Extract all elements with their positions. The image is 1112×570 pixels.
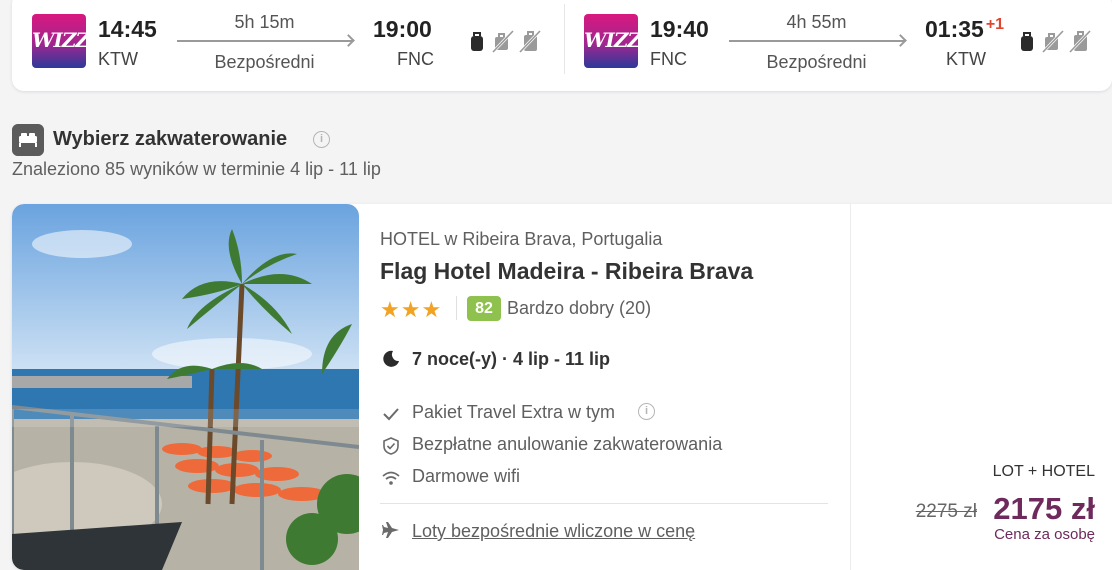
hotel-location: HOTEL w Ribeira Brava, Portugalia — [380, 229, 663, 249]
suitcase-crossed-icon — [491, 29, 515, 54]
wizz-air-logo: WIZZ — [32, 14, 86, 68]
review-rating[interactable]: Bardzo dobry (20) — [507, 298, 651, 319]
departure-time: 19:40 — [650, 16, 709, 42]
arrival-airport: FNC — [397, 49, 434, 69]
flight-duration: 4h 55m — [786, 12, 847, 32]
stay-duration: 7 noce(-y) · 4 lip - 11 lip — [412, 349, 611, 369]
price-per-person-note: Cena za osobę — [994, 526, 1095, 543]
hotel-name[interactable]: Flag Hotel Madeira - Ribeira Brava — [380, 258, 753, 285]
price-panel[interactable]: LOT + HOTEL 2275 zł 2175 zł Cena za osob… — [850, 204, 1112, 570]
review-score-badge: 82 — [467, 296, 501, 321]
suitcase-crossed-icon — [1041, 29, 1065, 54]
moon-icon — [383, 350, 399, 367]
star-rating: ★★★ — [380, 297, 443, 322]
hotel-card[interactable]: HOTEL w Ribeira Brava, Portugalia Flag H… — [12, 204, 1112, 570]
departure-time: 14:45 — [98, 16, 157, 42]
hotel-info: HOTEL w Ribeira Brava, Portugalia Flag H… — [380, 204, 840, 570]
results-count: Znaleziono 85 wyników w terminie 4 lip -… — [12, 159, 381, 179]
package-label: LOT + HOTEL — [992, 463, 1095, 480]
rating-separator — [456, 296, 457, 320]
info-divider — [380, 503, 828, 504]
arrival-time: 01:35 +1 — [925, 16, 1005, 42]
flight-duration: 5h 15m — [234, 12, 295, 32]
outbound-flight: WIZZ 14:45 KTW 5h 15m Bezpośredni 19:00 … — [12, 0, 564, 91]
checked-bag-crossed-icon — [1068, 29, 1092, 54]
feature-travel-extra: Pakiet Travel Extra w tym — [412, 402, 616, 422]
return-flight: WIZZ 19:40 FNC 4h 55m Bezpośredni 01:35 +… — [565, 0, 1112, 91]
day-offset-badge: +1 — [985, 16, 1005, 33]
info-icon[interactable]: i — [638, 403, 655, 420]
flight-stops: Bezpośredni — [766, 52, 867, 72]
check-icon — [383, 408, 399, 421]
flight-arrow — [177, 40, 352, 42]
departure-airport: FNC — [650, 49, 687, 69]
feature-free-cancellation: Bezpłatne anulowanie zakwaterowania — [412, 434, 723, 454]
backpack-icon — [1021, 32, 1033, 51]
flight-arrow — [729, 40, 904, 42]
arrival-airport: KTW — [946, 49, 986, 69]
flight-summary-card[interactable]: WIZZ 14:45 KTW 5h 15m Bezpośredni 19:00 … — [12, 0, 1112, 91]
backpack-icon — [471, 32, 483, 51]
departure-airport: KTW — [98, 49, 138, 69]
wizz-air-logo: WIZZ — [584, 14, 638, 68]
hotel-photo[interactable] — [12, 204, 359, 570]
info-icon[interactable]: i — [313, 131, 330, 148]
section-title: Wybierz zakwaterowanie — [53, 128, 288, 150]
checked-bag-crossed-icon — [518, 29, 542, 54]
current-price: 2175 zł — [993, 491, 1095, 526]
plane-icon — [382, 522, 399, 538]
bed-icon — [12, 124, 44, 156]
arrival-time: 19:00 — [373, 16, 432, 42]
shield-check-icon — [383, 437, 399, 455]
flight-stops: Bezpośredni — [214, 52, 315, 72]
feature-wifi: Darmowe wifi — [412, 466, 521, 486]
old-price: 2275 zł — [915, 501, 977, 522]
flights-included-link[interactable]: Loty bezpośrednie wliczone w cenę — [412, 521, 695, 542]
wifi-icon — [382, 471, 400, 485]
